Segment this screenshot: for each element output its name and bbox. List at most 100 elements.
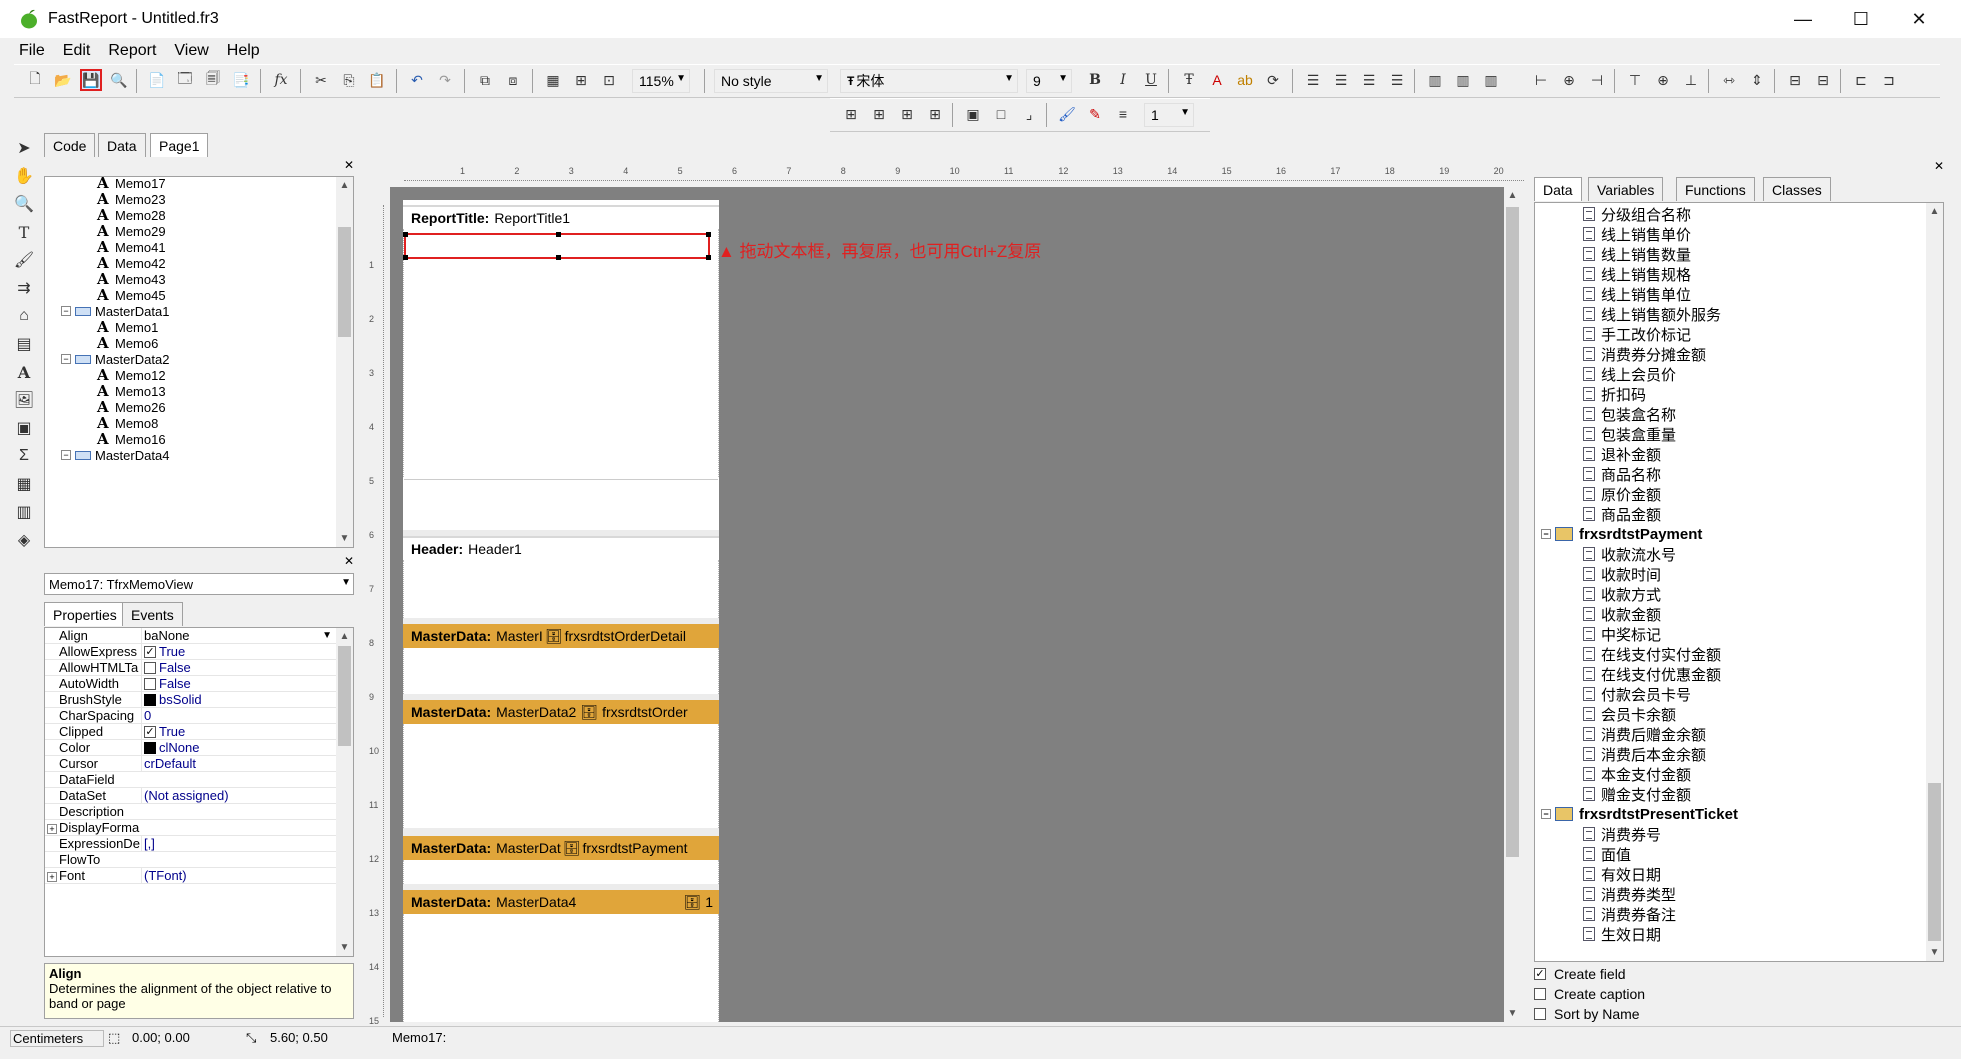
sum-tool-icon[interactable]: Σ: [14, 446, 34, 466]
rotation-icon[interactable]: ⟳: [1262, 69, 1284, 91]
field-item[interactable]: 商品金额: [1583, 504, 1661, 524]
field-item[interactable]: 面值: [1583, 844, 1631, 864]
select-arrow-icon[interactable]: ➤: [14, 138, 34, 158]
new-page-icon[interactable]: 📄: [146, 69, 168, 91]
property-row[interactable]: CharSpacing 0: [45, 708, 340, 724]
new-report-icon[interactable]: 🗋: [24, 69, 46, 91]
property-value[interactable]: ✓ True: [141, 724, 340, 739]
resize-handle[interactable]: [403, 232, 408, 237]
band-report-title-body[interactable]: [403, 229, 719, 480]
property-row[interactable]: AutoWidth False: [45, 676, 340, 692]
resize-handle[interactable]: [556, 232, 561, 237]
property-value[interactable]: 0: [141, 708, 340, 723]
scroll-thumb[interactable]: [1928, 783, 1941, 941]
property-value[interactable]: bsSolid: [141, 692, 340, 707]
underline-icon[interactable]: U: [1140, 69, 1162, 91]
band-masterdata2-body[interactable]: [403, 724, 719, 828]
frame-none-icon[interactable]: □: [990, 103, 1012, 125]
frame-all-icon[interactable]: ▣: [962, 103, 984, 125]
tab-events[interactable]: Events: [122, 602, 183, 626]
data-option[interactable]: Sort by Name: [1534, 1006, 1640, 1022]
properties-scrollbar[interactable]: ▲ ▼: [336, 628, 353, 956]
text-tool-icon[interactable]: T: [14, 222, 34, 242]
data-tree-scrollbar[interactable]: ▲ ▼: [1926, 203, 1943, 961]
align-tops-icon[interactable]: ⊤: [1624, 69, 1646, 91]
property-value[interactable]: crDefault: [141, 756, 340, 771]
scroll-down-icon[interactable]: ▼: [1926, 944, 1943, 961]
frame-top-icon[interactable]: ⊞: [840, 103, 862, 125]
new-dialog-icon[interactable]: 🗔: [174, 69, 196, 91]
field-item[interactable]: 消费后赠金余额: [1583, 724, 1706, 744]
same-width-icon[interactable]: ⊏: [1850, 69, 1872, 91]
checkbox[interactable]: [1534, 1008, 1546, 1020]
band-masterdata3[interactable]: MasterData: MasterDat 🗄 frxsrdtstPayment: [403, 836, 719, 860]
property-row[interactable]: + DisplayForma: [45, 820, 340, 836]
style-select[interactable]: No style ▼: [714, 69, 828, 93]
field-item[interactable]: 付款会员卡号: [1583, 684, 1691, 704]
fit-to-grid-icon[interactable]: ⊡: [598, 69, 620, 91]
fill-color-icon[interactable]: 🖌: [1056, 103, 1078, 125]
scroll-thumb[interactable]: [338, 646, 351, 746]
expand-icon[interactable]: +: [47, 872, 57, 882]
highlight-icon[interactable]: ab: [1234, 69, 1256, 91]
shadow-icon[interactable]: ⌟: [1018, 103, 1040, 125]
field-item[interactable]: 包装盒重量: [1583, 424, 1676, 444]
field-item[interactable]: 在线支付实付金额: [1583, 644, 1721, 664]
menu-edit[interactable]: Edit: [54, 42, 100, 60]
font-settings-icon[interactable]: Ŧ: [1178, 69, 1200, 91]
field-item[interactable]: 赠金支付金额: [1583, 784, 1691, 804]
frame-bottom-icon[interactable]: ⊞: [868, 103, 890, 125]
field-item[interactable]: 在线支付优惠金额: [1583, 664, 1721, 684]
tab-classes[interactable]: Classes: [1763, 177, 1831, 201]
menu-help[interactable]: Help: [218, 42, 269, 60]
field-item[interactable]: 折扣码: [1583, 384, 1646, 404]
dataset-item[interactable]: − frxsrdtstPayment: [1541, 524, 1702, 544]
property-row[interactable]: DataSet (Not assigned): [45, 788, 340, 804]
field-item[interactable]: 消费券分摊金额: [1583, 344, 1706, 364]
chevron-down-icon[interactable]: ▼: [322, 630, 332, 641]
subreport-tool-icon[interactable]: ▣: [14, 418, 34, 438]
field-item[interactable]: 线上销售规格: [1583, 264, 1691, 284]
field-item[interactable]: 线上会员价: [1583, 364, 1676, 384]
field-item[interactable]: 消费券备注: [1583, 904, 1676, 924]
field-item[interactable]: 线上销售数量: [1583, 244, 1691, 264]
field-item[interactable]: 中奖标记: [1583, 624, 1661, 644]
tab-code[interactable]: Code: [44, 133, 96, 157]
property-row[interactable]: Clipped ✓ True: [45, 724, 340, 740]
bold-icon[interactable]: B: [1084, 69, 1106, 91]
collapse-icon[interactable]: −: [1541, 529, 1551, 539]
band-report-title[interactable]: ReportTitle: ReportTitle1: [403, 205, 719, 229]
scroll-up-icon[interactable]: ▲: [1926, 203, 1943, 220]
delete-page-icon[interactable]: 🗐: [202, 69, 224, 91]
property-row[interactable]: + Font (TFont): [45, 868, 340, 884]
chart-tool-icon[interactable]: ▦: [14, 474, 34, 494]
tab-data-tree[interactable]: Data: [1534, 177, 1582, 201]
tab-variables[interactable]: Variables: [1588, 177, 1664, 201]
selected-memo17[interactable]: [403, 232, 711, 260]
field-item[interactable]: 分级组合名称: [1583, 204, 1691, 224]
checkbox[interactable]: [144, 661, 156, 674]
align-to-grid-icon[interactable]: ⊞: [570, 69, 592, 91]
space-horizontal-icon[interactable]: ⇿: [1718, 69, 1740, 91]
scroll-thumb[interactable]: [1506, 207, 1519, 857]
scroll-down-icon[interactable]: ▼: [336, 939, 353, 956]
italic-icon[interactable]: I: [1112, 69, 1134, 91]
font-color-icon[interactable]: A: [1206, 69, 1228, 91]
checkbox[interactable]: [1534, 988, 1546, 1000]
workspace-scrollbar[interactable]: ▲ ▼: [1504, 187, 1521, 1022]
field-item[interactable]: 包装盒名称: [1583, 404, 1676, 424]
open-icon[interactable]: 📂: [52, 69, 74, 91]
align-left-icon[interactable]: ☰: [1302, 69, 1324, 91]
band-masterdata1-body[interactable]: [403, 648, 719, 694]
tab-page1[interactable]: Page1: [150, 133, 209, 157]
close-panel-icon[interactable]: ✕: [1934, 159, 1944, 173]
align-lefts-icon[interactable]: ⊢: [1530, 69, 1552, 91]
center-horizontally-icon[interactable]: ⊟: [1784, 69, 1806, 91]
frame-color-icon[interactable]: ✎: [1084, 103, 1106, 125]
data-tool-icon[interactable]: ⌂: [14, 306, 34, 326]
zoom-icon[interactable]: 🔍: [14, 194, 34, 214]
resize-handle[interactable]: [556, 255, 561, 260]
band-header[interactable]: Header: Header1: [403, 536, 719, 560]
page-settings-icon[interactable]: 📑: [230, 69, 252, 91]
checkbox[interactable]: ✓: [144, 725, 156, 738]
